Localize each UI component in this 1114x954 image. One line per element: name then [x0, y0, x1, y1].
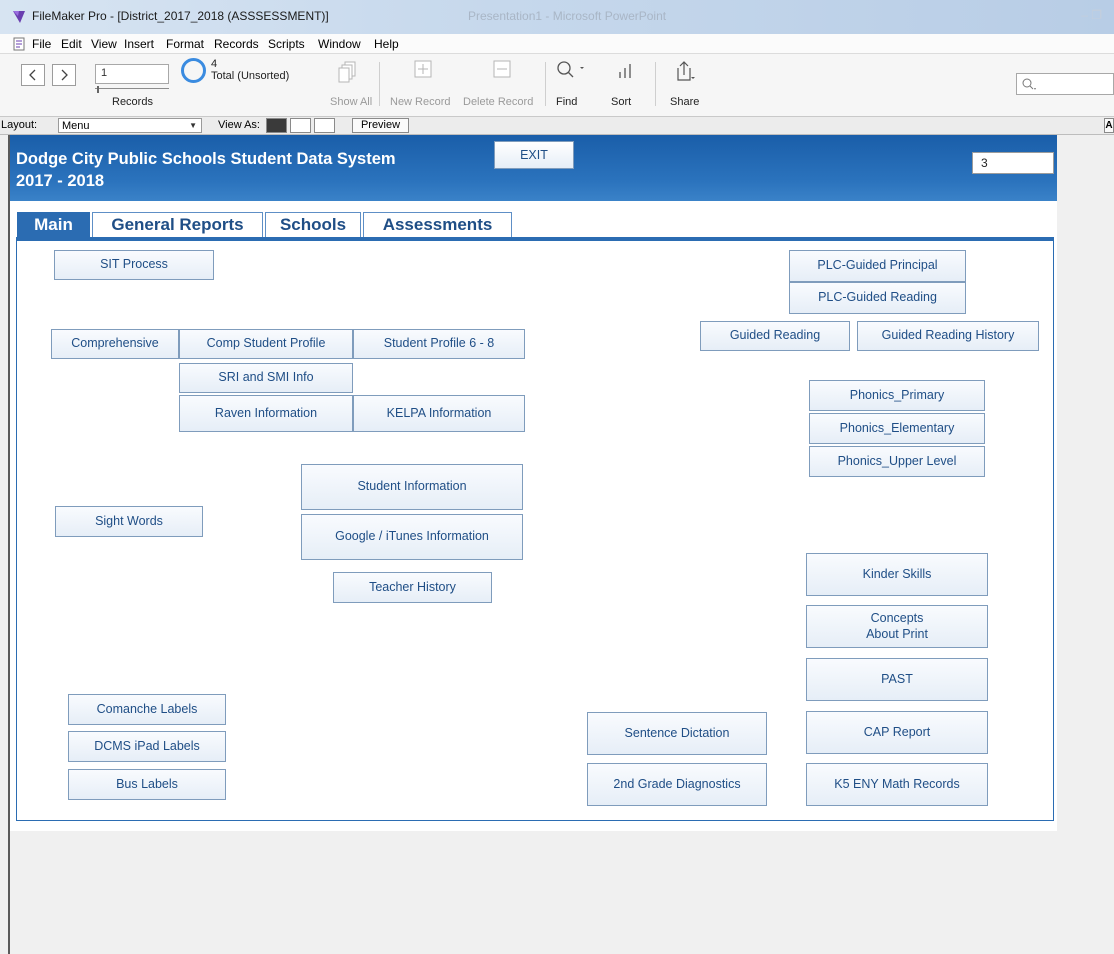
view-as-form-button[interactable] [266, 118, 287, 133]
menu-scripts[interactable]: Scripts [268, 37, 305, 51]
document-icon[interactable] [13, 37, 25, 51]
tab-general-reports[interactable]: General Reports [92, 212, 263, 237]
toolbar-separator [379, 62, 380, 106]
exit-button[interactable]: EXIT [494, 141, 574, 169]
guided-reading-history-button[interactable]: Guided Reading History [857, 321, 1039, 351]
found-status: Total (Unsorted) [211, 70, 290, 82]
menu-format[interactable]: Format [166, 37, 204, 51]
page-title: Dodge City Public Schools Student Data S… [16, 150, 396, 168]
next-record-button[interactable] [52, 64, 76, 86]
share-label: Share [670, 96, 700, 108]
found-count: 4 [211, 58, 218, 70]
window-title: FileMaker Pro - [District_2017_2018 (ASS… [32, 9, 329, 23]
plus-icon [414, 60, 432, 78]
window-controls[interactable]: – ❐ [1081, 8, 1102, 22]
tab-schools[interactable]: Schools [265, 212, 361, 237]
show-all-label: Show All [330, 96, 373, 108]
kelpa-information-button[interactable]: KELPA Information [353, 395, 525, 432]
menu-file[interactable]: File [32, 37, 51, 51]
quick-find-search-icon [1022, 78, 1036, 90]
menu-records[interactable]: Records [214, 37, 259, 51]
menu-insert[interactable]: Insert [124, 37, 154, 51]
view-as-list-button[interactable] [290, 118, 311, 133]
sri-smi-info-button[interactable]: SRI and SMI Info [179, 363, 353, 393]
record-number-input[interactable]: 1 [95, 64, 169, 84]
dcms-ipad-labels-button[interactable]: DCMS iPad Labels [68, 731, 226, 762]
google-itunes-information-button[interactable]: Google / iTunes Information [301, 514, 523, 560]
student-profile-6-8-button[interactable]: Student Profile 6 - 8 [353, 329, 525, 359]
tab-main[interactable]: Main [17, 212, 90, 237]
record-slider[interactable] [95, 86, 169, 93]
filemaker-app-icon [13, 11, 25, 23]
share-icon [677, 61, 695, 81]
dropdown-arrow-icon: ▼ [189, 121, 197, 130]
menu-view[interactable]: View [91, 37, 117, 51]
sit-process-button[interactable]: SIT Process [54, 250, 214, 280]
menu-edit[interactable]: Edit [61, 37, 82, 51]
new-record-label: New Record [390, 96, 451, 108]
bus-labels-button[interactable]: Bus Labels [68, 769, 226, 800]
k5-eny-math-records-button[interactable]: K5 ENY Math Records [806, 763, 988, 806]
sort-label: Sort [611, 96, 632, 108]
record-slider-thumb[interactable] [97, 86, 99, 93]
cap-report-button[interactable]: CAP Report [806, 711, 988, 754]
school-year: 2017 - 2018 [16, 172, 105, 190]
concepts-about-print-line1: Concepts [870, 610, 924, 625]
toolbar-separator [655, 62, 656, 106]
search-icon [557, 61, 584, 78]
chevron-left-icon [29, 69, 36, 81]
quick-find-input[interactable] [1016, 73, 1114, 95]
comanche-labels-button[interactable]: Comanche Labels [68, 694, 226, 725]
kinder-skills-button[interactable]: Kinder Skills [806, 553, 988, 596]
layout-select[interactable]: Menu ▼ [58, 118, 202, 133]
phonics-elementary-button[interactable]: Phonics_Elementary [809, 413, 985, 444]
menu-help[interactable]: Help [374, 37, 399, 51]
sentence-dictation-button[interactable]: Sentence Dictation [587, 712, 767, 755]
concepts-about-print-line2: About Print [866, 626, 928, 641]
preview-button[interactable]: Preview [352, 118, 409, 133]
chevron-right-icon [61, 69, 68, 81]
sight-words-button[interactable]: Sight Words [55, 506, 203, 537]
comp-student-profile-button[interactable]: Comp Student Profile [179, 329, 353, 359]
found-set-pie-icon[interactable] [181, 58, 206, 83]
sort-icon [619, 64, 631, 78]
header-value-field[interactable]: 3 [972, 152, 1054, 174]
layout-select-value: Menu [62, 120, 90, 132]
previous-record-button[interactable] [21, 64, 45, 86]
title-bar: FileMaker Pro - [District_2017_2018 (ASS… [0, 0, 1114, 34]
teacher-history-button[interactable]: Teacher History [333, 572, 492, 603]
menu-bar: File Edit View Insert Format Records Scr… [0, 34, 1114, 54]
view-as-table-button[interactable] [314, 118, 335, 133]
toolbar-separator [545, 62, 546, 106]
tab-assessments[interactable]: Assessments [363, 212, 512, 237]
find-label: Find [556, 96, 578, 108]
plc-guided-principal-button[interactable]: PLC-Guided Principal [789, 250, 966, 282]
2nd-grade-diagnostics-button[interactable]: 2nd Grade Diagnostics [587, 763, 767, 806]
student-information-button[interactable]: Student Information [301, 464, 523, 510]
records-label: Records [112, 96, 153, 108]
plc-guided-reading-button[interactable]: PLC-Guided Reading [789, 282, 966, 314]
raven-information-button[interactable]: Raven Information [179, 395, 353, 432]
filemaker-window: FileMaker Pro - [District_2017_2018 (ASS… [0, 0, 1114, 954]
phonics-upper-level-button[interactable]: Phonics_Upper Level [809, 446, 985, 477]
layout-label: Layout: [1, 119, 38, 131]
past-button[interactable]: PAST [806, 658, 988, 701]
status-toolbar: 1 Records 4 Total (Unsorted) Show All Ne… [0, 54, 1114, 117]
concepts-about-print-button[interactable]: Concepts About Print [806, 605, 988, 648]
background-window-title: Presentation1 - Microsoft PowerPoint [468, 9, 667, 23]
show-all-icon [338, 61, 356, 83]
phonics-primary-button[interactable]: Phonics_Primary [809, 380, 985, 411]
delete-record-label: Delete Record [463, 96, 534, 108]
layout-bar: Layout: Menu ▼ View As: Preview A [0, 117, 1114, 135]
view-as-label: View As: [218, 119, 260, 131]
comprehensive-button[interactable]: Comprehensive [51, 329, 179, 359]
minus-icon [493, 60, 511, 78]
menu-window[interactable]: Window [318, 37, 361, 51]
guided-reading-button[interactable]: Guided Reading [700, 321, 850, 351]
formatting-bar-button[interactable]: A [1104, 118, 1114, 133]
